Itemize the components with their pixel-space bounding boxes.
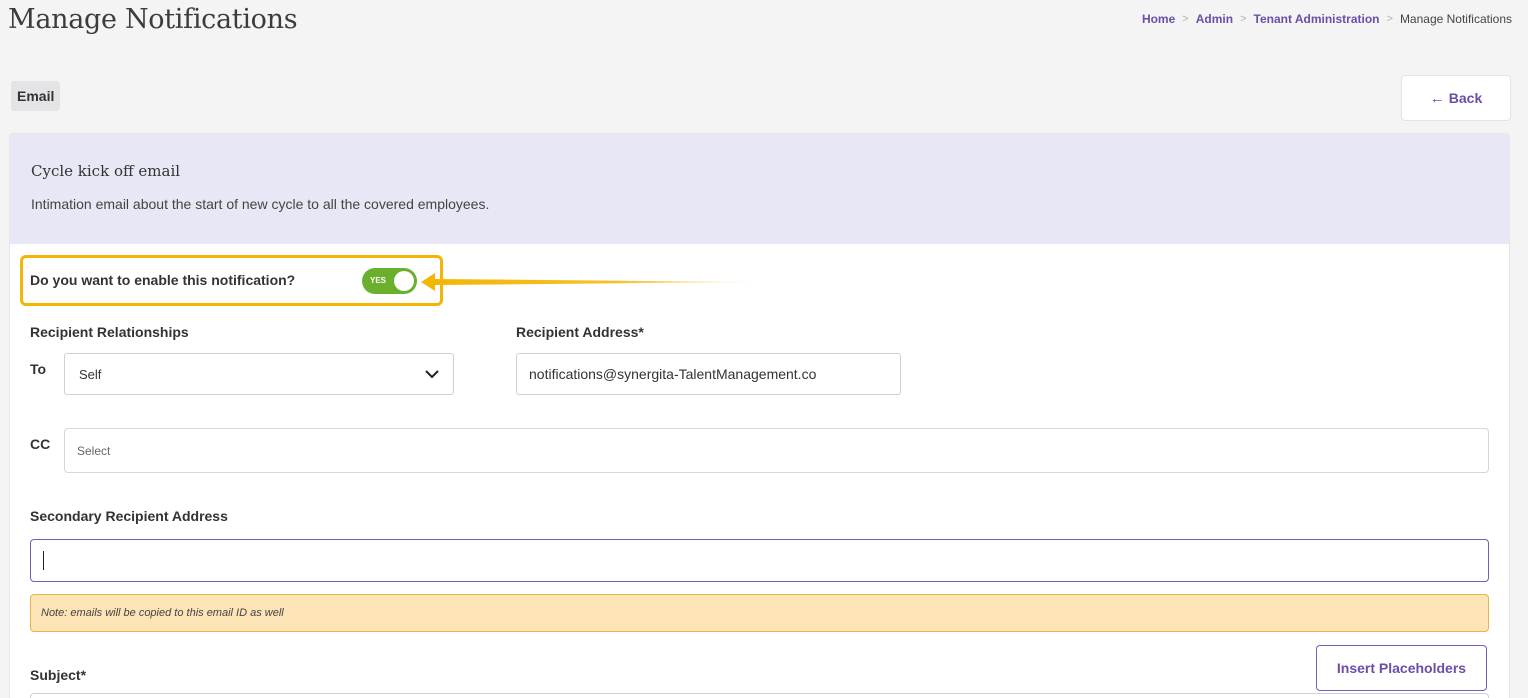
notification-title: Cycle kick off email [31,162,181,180]
recipient-relationships-label: Recipient Relationships [30,324,189,340]
back-button[interactable]: ← Back [1401,75,1511,121]
subject-label: Subject* [30,667,87,683]
recipient-address-input[interactable]: notifications@synergita-TalentManagement… [516,353,901,395]
recipient-address-label: Recipient Address* [516,324,644,340]
breadcrumb-tenant-administration[interactable]: Tenant Administration [1254,12,1380,26]
cc-placeholder: Select [77,443,111,458]
to-relationship-value: Self [79,366,102,382]
secondary-recipient-input[interactable] [30,539,1489,582]
toggle-knob [394,271,414,291]
page-title: Manage Notifications [8,4,298,35]
breadcrumb-admin[interactable]: Admin [1196,12,1233,26]
tab-email[interactable]: Email [11,81,61,111]
breadcrumb-current: Manage Notifications [1399,12,1512,26]
toggle-yes-label: YES [370,276,387,285]
secondary-recipient-label: Secondary Recipient Address [30,508,228,524]
back-button-label: Back [1448,90,1483,106]
to-relationship-select[interactable]: Self [64,353,454,395]
chevron-right-icon: > [1182,13,1189,25]
callout-arrow-icon [421,273,766,291]
chevron-right-icon: > [1386,13,1393,25]
cc-label: CC [30,436,51,452]
chevron-down-icon [425,369,439,378]
breadcrumb: Home > Admin > Tenant Administration > M… [1142,12,1512,26]
subject-input[interactable] [30,693,1489,698]
secondary-recipient-note: Note: emails will be copied to this emai… [30,594,1489,632]
cc-select[interactable]: Select [64,428,1489,473]
to-label: To [30,361,47,377]
text-caret [43,551,44,570]
enable-notification-toggle[interactable]: YES [362,268,417,294]
breadcrumb-home[interactable]: Home [1142,12,1175,26]
chevron-right-icon: > [1240,13,1247,25]
notification-header: Cycle kick off email Intimation email ab… [10,134,1509,244]
arrow-left-icon: ← [1429,89,1445,107]
notification-description: Intimation email about the start of new … [31,196,490,212]
enable-notification-question: Do you want to enable this notification? [30,272,296,288]
insert-placeholders-button[interactable]: Insert Placeholders [1316,645,1487,691]
